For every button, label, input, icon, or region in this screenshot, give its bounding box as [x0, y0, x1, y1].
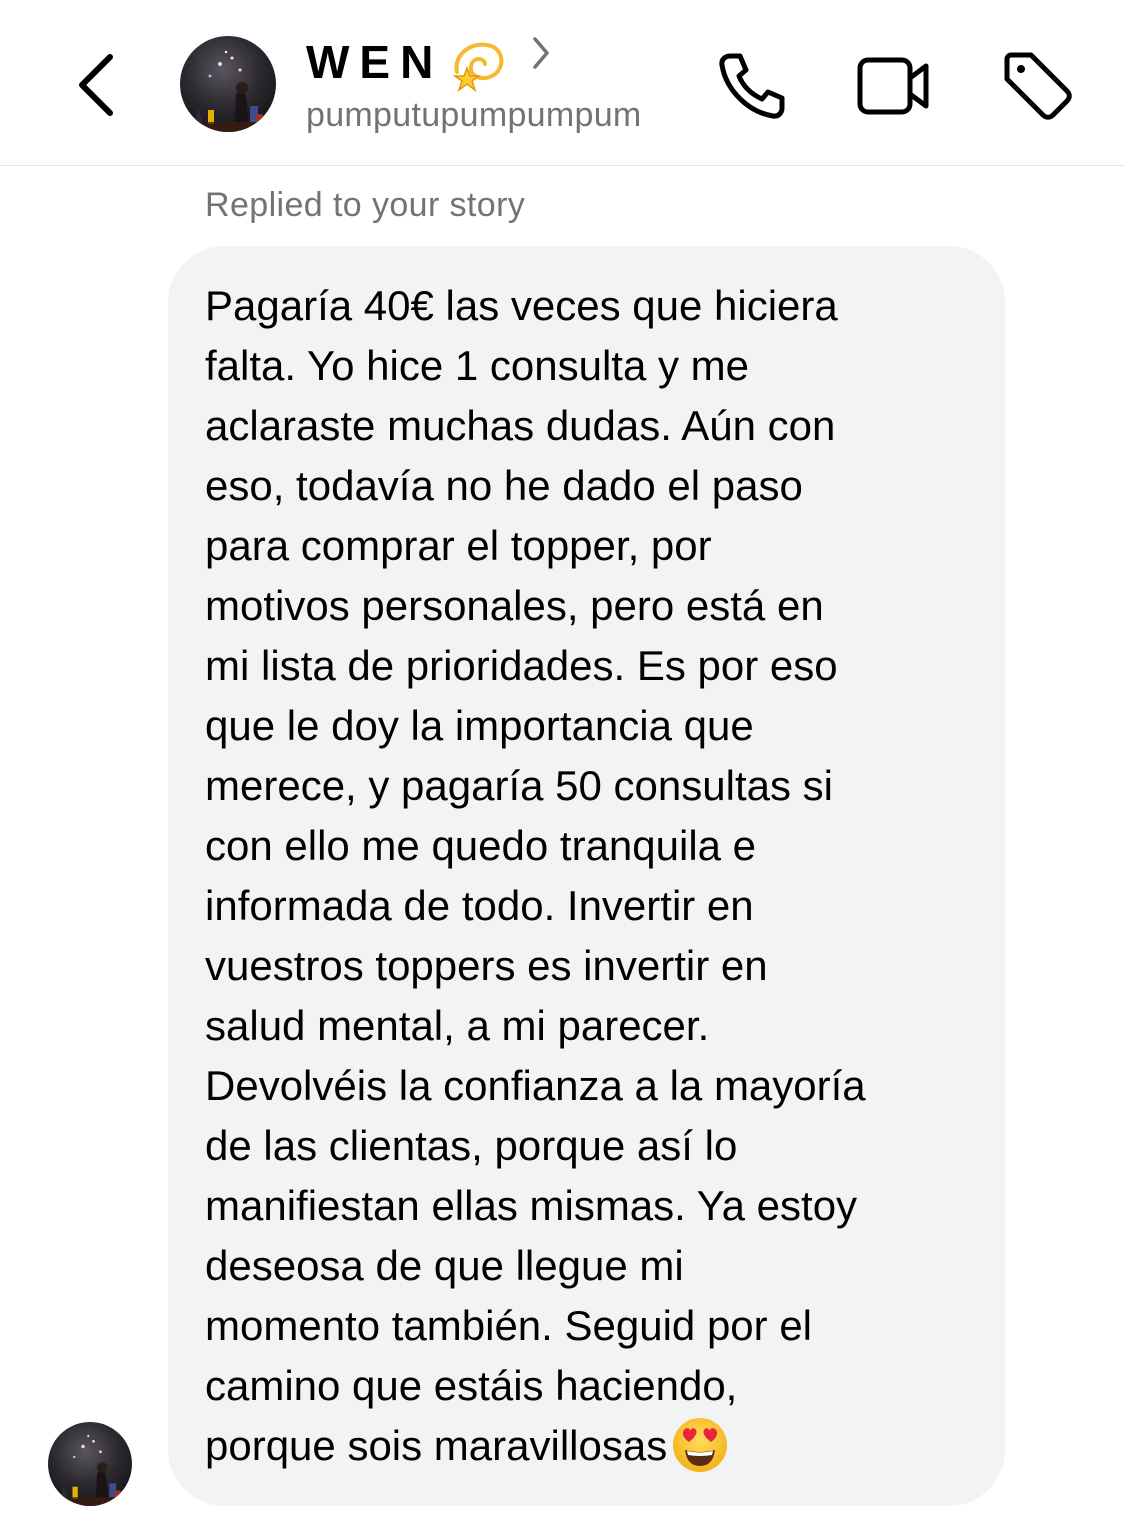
- sender-avatar[interactable]: [48, 1422, 132, 1506]
- heart-eyes-emoji-icon: [673, 1418, 728, 1472]
- message-line: que le doy la importancia que: [205, 702, 754, 749]
- contact-info[interactable]: WEN pumputupumpumpum: [306, 30, 642, 135]
- message-line: vuestros toppers es invertir en: [205, 942, 768, 989]
- back-button[interactable]: [66, 50, 126, 120]
- tag-icon: [1004, 52, 1072, 120]
- message-line: informada de todo. Invertir en: [205, 882, 754, 929]
- message-line: deseosa de que llegue mi: [205, 1242, 684, 1289]
- message-line: Devolvéis la confianza a la mayoría: [205, 1062, 866, 1109]
- audio-call-button[interactable]: [712, 46, 792, 126]
- message-line: motivos personales, pero está en: [205, 582, 824, 629]
- chat-header: WEN pumputupumpumpum: [0, 0, 1125, 166]
- story-reply-label: Replied to your story: [205, 186, 526, 224]
- message-line: salud mental, a mi parecer.: [205, 1002, 710, 1049]
- message-line: merece, y pagaría 50 consultas si: [205, 762, 833, 809]
- message-line: manifiestan ellas mismas. Ya estoy: [205, 1182, 858, 1229]
- message-line: mi lista de prioridades. Es por eso: [205, 642, 838, 689]
- phone-icon: [719, 53, 785, 119]
- message-text: Pagaría 40€ las veces que hiciera falta.…: [205, 276, 975, 1476]
- message-line: Pagaría 40€ las veces que hiciera: [205, 282, 838, 329]
- message-line: para comprar el topper, por: [205, 522, 712, 569]
- message-line: eso, todavía no he dado el paso: [205, 462, 803, 509]
- dizzy-emoji-icon: [452, 42, 504, 92]
- message-line: momento también. Seguid por el: [205, 1302, 813, 1349]
- message-line: aclaraste muchas dudas. Aún con: [205, 402, 836, 449]
- chevron-right-icon: [533, 37, 550, 69]
- message-line: con ello me quedo tranquila e: [205, 822, 757, 869]
- video-call-button[interactable]: [854, 46, 934, 126]
- message-line: porque sois maravillosas: [205, 1422, 668, 1469]
- message-line: falta. Yo hice 1 consulta y me: [205, 342, 750, 389]
- display-name: WEN: [306, 36, 444, 88]
- message-line: camino que estáis haciendo,: [205, 1362, 738, 1409]
- message-line: de las clientas, porque así lo: [205, 1122, 738, 1169]
- label-button[interactable]: [998, 46, 1078, 126]
- message-bubble[interactable]: Pagaría 40€ las veces que hiciera falta.…: [168, 246, 1005, 1506]
- avatar-image: [48, 1422, 132, 1506]
- username: pumputupumpumpum: [306, 96, 642, 134]
- video-camera-icon: [857, 57, 929, 115]
- avatar[interactable]: [180, 36, 276, 132]
- avatar-image: [180, 36, 276, 132]
- chevron-left-icon: [79, 54, 113, 116]
